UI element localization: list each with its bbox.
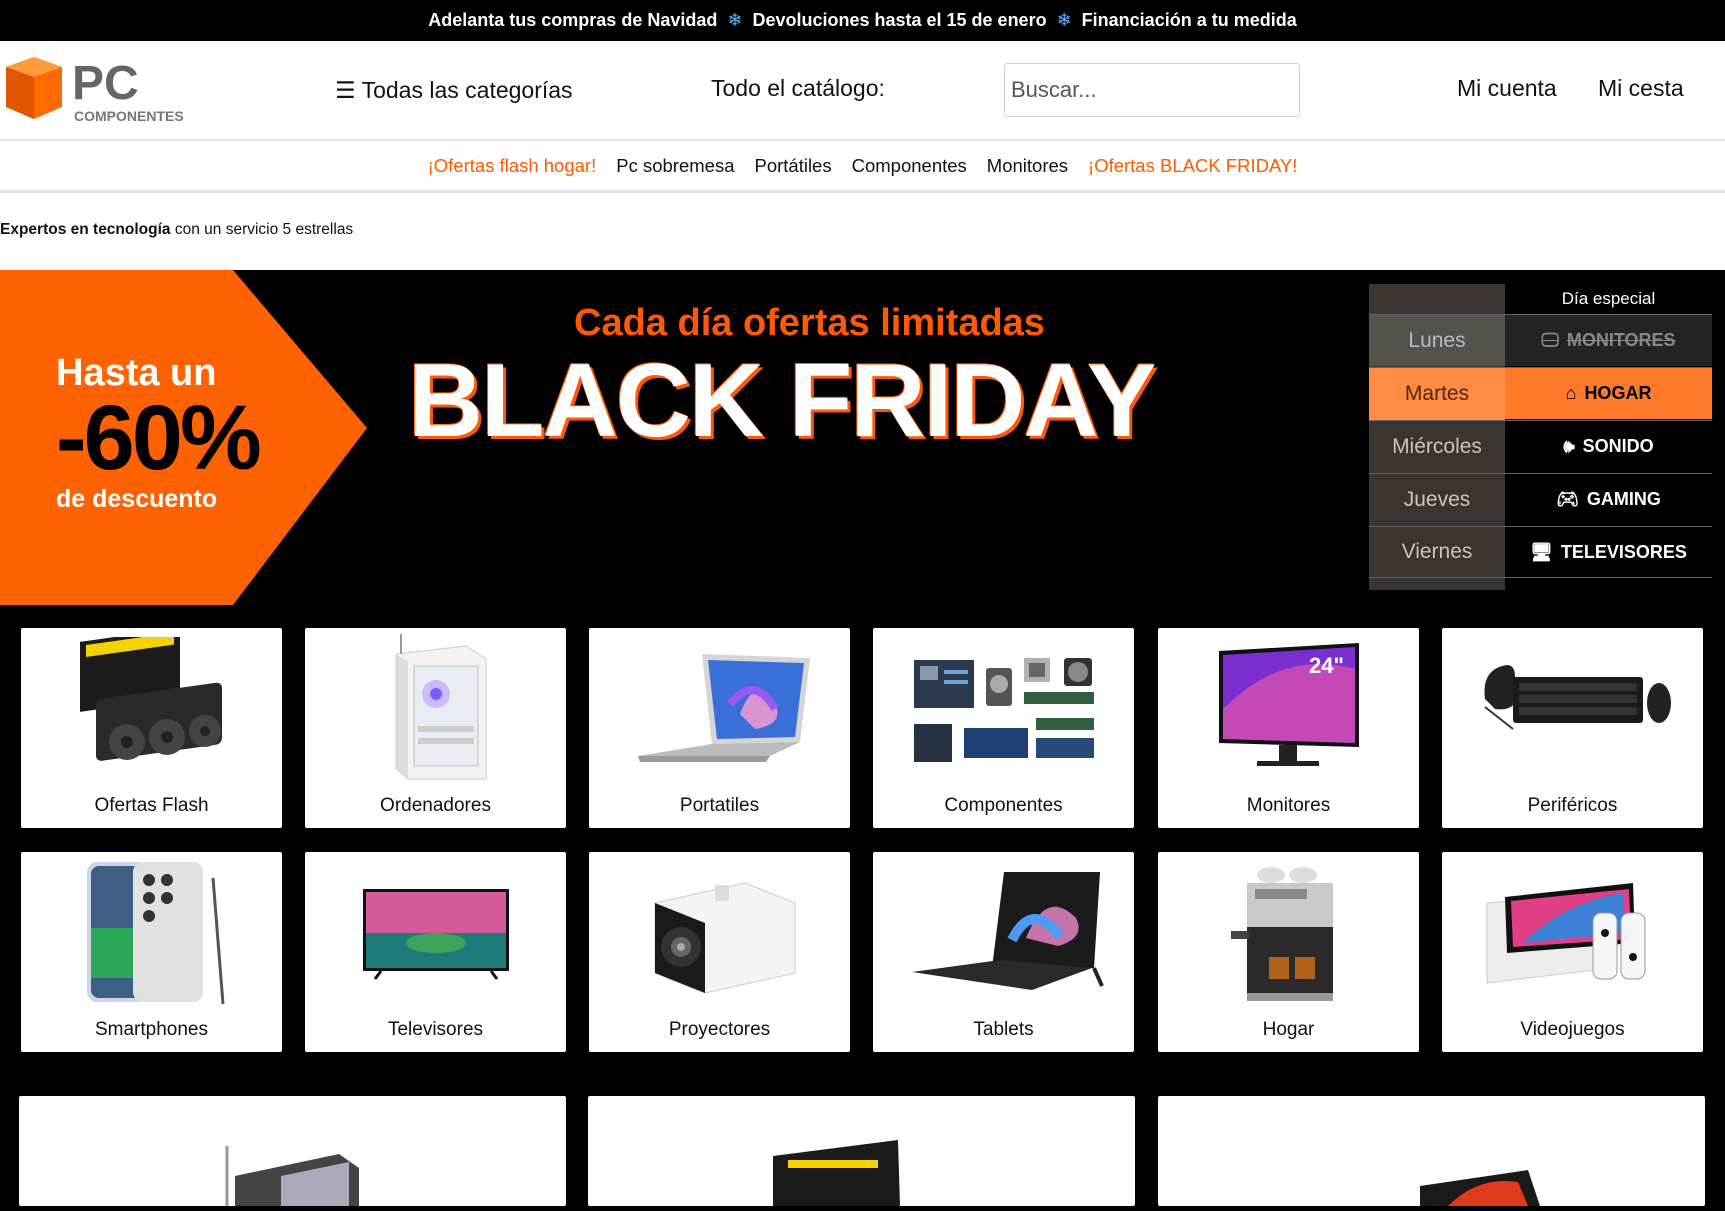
projector-icon: [589, 858, 850, 1008]
my-account-link[interactable]: Mi cuenta: [1457, 75, 1557, 102]
category-label: Portatiles: [679, 795, 760, 816]
promo-financing[interactable]: Financiación a tu medida: [1082, 10, 1297, 31]
tv-icon: [305, 858, 566, 1008]
schedule-category: GAMING: [1586, 489, 1661, 509]
gamepad-icon: 🎮︎: [1556, 489, 1579, 509]
tv-icon: 🖥︎: [1530, 541, 1553, 562]
nav-item-black-friday[interactable]: ¡Ofertas BLACK FRIDAY!: [1088, 155, 1297, 177]
category-card-perifericos[interactable]: Periféricos: [1442, 628, 1703, 828]
logo-subtext: COMPONENTES: [74, 108, 184, 124]
schedule-day: Miércoles: [1392, 434, 1482, 458]
category-card-ofertas-flash[interactable]: Ofertas Flash: [21, 628, 282, 828]
category-label: Tablets: [973, 1019, 1034, 1040]
schedule-day: Jueves: [1403, 487, 1471, 511]
category-label: Televisores: [387, 1019, 484, 1040]
snowflake-icon: ❄: [727, 10, 743, 30]
laptop-icon: [589, 634, 850, 784]
tagline-bold: Expertos en tecnología: [0, 221, 171, 238]
discount-percent: -60%: [56, 387, 262, 489]
category-card-portatiles[interactable]: Portatiles: [589, 628, 850, 828]
schedule-header: Día especial: [1561, 289, 1656, 308]
tablet-icon: [873, 858, 1134, 1008]
nav-item-pc-sobremesa[interactable]: Pc sobremesa: [616, 155, 734, 177]
category-label: Periféricos: [1527, 795, 1618, 816]
schedule-category: MONITORES: [1566, 330, 1676, 350]
category-label: Hogar: [1262, 1019, 1315, 1040]
promo-returns[interactable]: Devoluciones hasta el 15 de enero: [752, 10, 1046, 31]
schedule-row-miercoles: Miércoles 🕪 SONIDO: [1369, 420, 1712, 472]
category-card-smartphones[interactable]: Smartphones: [21, 852, 282, 1052]
console-icon: [1442, 858, 1703, 1008]
discount-block: Hasta un -60% de descuento: [56, 354, 262, 514]
schedule-row-lunes: Lunes 🖵 MONITORES: [1369, 314, 1712, 366]
featured-card-graphics[interactable]: [588, 1096, 1135, 1206]
schedule-day: Lunes: [1408, 328, 1466, 352]
category-card-monitores[interactable]: 24" Monitores: [1158, 628, 1419, 828]
schedule-category: TELEVISORES: [1560, 541, 1687, 562]
banner-subtitle: Cada día ofertas limitadas: [574, 302, 1045, 344]
smartphone-icon: [21, 858, 282, 1008]
monitor-icon: 24": [1158, 634, 1419, 784]
tagline-rest: con un servicio 5 estrellas: [170, 221, 354, 238]
category-label: Ordenadores: [380, 795, 491, 816]
category-label: Monitores: [1246, 795, 1331, 816]
featured-card-pc[interactable]: [19, 1096, 566, 1206]
snowflake-icon: ❄: [1056, 10, 1072, 30]
schedule-row-viernes: Viernes 🖥︎ TELEVISORES: [1369, 526, 1712, 578]
black-friday-banner[interactable]: Hasta un -60% de descuento Cada día ofer…: [0, 270, 1725, 605]
category-label: Smartphones: [94, 1019, 208, 1040]
category-label: Ofertas Flash: [94, 795, 209, 816]
graphics-card-icon: [773, 1140, 900, 1206]
my-cart-link[interactable]: Mi cesta: [1598, 75, 1684, 102]
pc-tower-icon: [225, 1146, 359, 1206]
nav-item-flash-hogar[interactable]: ¡Ofertas flash hogar!: [428, 155, 597, 177]
schedule-day: Viernes: [1401, 540, 1473, 563]
category-label: Proyectores: [668, 1019, 771, 1040]
category-label: Videojuegos: [1520, 1019, 1625, 1040]
category-card-componentes[interactable]: Componentes: [873, 628, 1134, 828]
svg-text:24": 24": [1309, 653, 1344, 678]
pc-tower-icon: [305, 634, 566, 784]
keyboard-mouse-icon: [1442, 634, 1703, 784]
laptop-icon: [1420, 1170, 1540, 1206]
catalog-label: Todo el catálogo:: [711, 75, 885, 101]
featured-card-laptop[interactable]: [1158, 1096, 1705, 1206]
all-categories-button[interactable]: ☰ Todas las categorías: [335, 77, 573, 104]
category-label: Componentes: [944, 795, 1063, 816]
promo-bar: Adelanta tus compras de Navidad ❄ Devolu…: [0, 0, 1725, 41]
speaker-icon: 🕪: [1563, 436, 1575, 456]
site-header: PC COMPONENTES ☰ Todas las categorías To…: [0, 41, 1725, 141]
search-input[interactable]: [1004, 63, 1300, 117]
schedule-day: Martes: [1369, 367, 1505, 420]
schedule-category: HOGAR: [1584, 383, 1652, 403]
schedule-row-martes: Martes ⌂ HOGAR: [1369, 367, 1712, 420]
banner-title: BLACK FRIDAY: [408, 343, 1156, 459]
category-card-hogar[interactable]: Hogar: [1158, 852, 1419, 1052]
home-icon: ⌂: [1565, 383, 1577, 403]
pccomponentes-logo[interactable]: PC COMPONENTES: [4, 53, 194, 125]
tagline: Expertos en tecnología con un servicio 5…: [0, 193, 1725, 270]
coffee-machine-icon: [1158, 858, 1419, 1008]
category-card-ordenadores[interactable]: Ordenadores: [305, 628, 566, 828]
nav-item-monitores[interactable]: Monitores: [987, 155, 1068, 177]
nav-item-portatiles[interactable]: Portátiles: [754, 155, 831, 177]
schedule-row-jueves: Jueves 🎮︎ GAMING: [1369, 473, 1712, 525]
components-icon: [873, 634, 1134, 784]
category-card-videojuegos[interactable]: Videojuegos: [1442, 852, 1703, 1052]
promo-christmas[interactable]: Adelanta tus compras de Navidad: [428, 10, 717, 31]
category-card-televisores[interactable]: Televisores: [305, 852, 566, 1052]
main-nav: ¡Ofertas flash hogar! Pc sobremesa Portá…: [0, 141, 1725, 193]
svg-text:PC: PC: [72, 57, 139, 110]
nav-item-componentes[interactable]: Componentes: [852, 155, 967, 177]
category-card-tablets[interactable]: Tablets: [873, 852, 1134, 1052]
schedule-category: SONIDO: [1582, 436, 1654, 456]
special-days-schedule: Día especial Lunes 🖵 MONITORES Martes ⌂ HO…: [1369, 284, 1712, 590]
monitor-icon: 🖵: [1541, 330, 1559, 350]
category-card-proyectores[interactable]: Proyectores: [589, 852, 850, 1052]
graphics-card-icon: [21, 634, 282, 784]
